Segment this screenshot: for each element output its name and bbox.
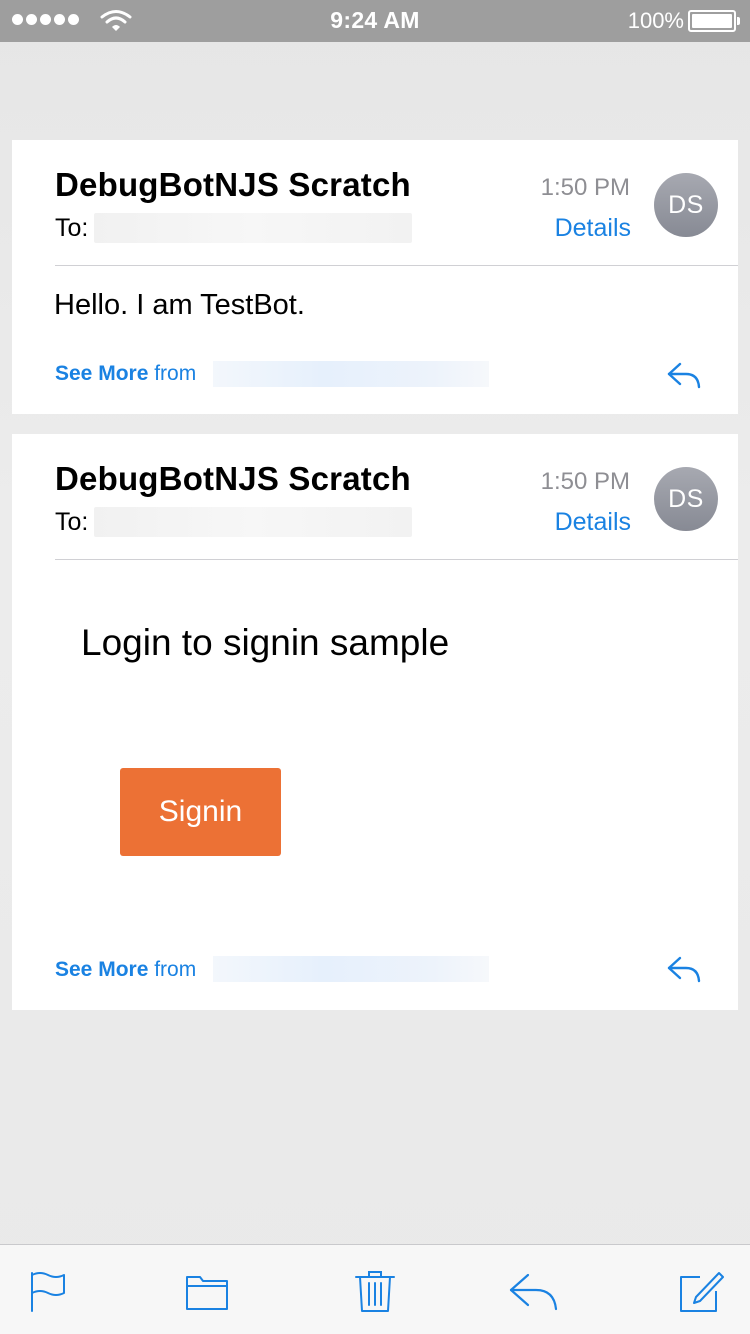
reply-icon[interactable]: [666, 361, 702, 389]
trash-icon[interactable]: [352, 1269, 398, 1313]
message-card: DebugBotNJS Scratch To: 1:50 PM Details …: [12, 434, 738, 1010]
redacted-sender-address: [213, 361, 489, 387]
sender-name: DebugBotNJS Scratch: [55, 460, 411, 497]
redacted-recipient: [94, 507, 412, 537]
see-more-link[interactable]: See More from: [55, 362, 196, 386]
details-link[interactable]: Details: [555, 508, 631, 537]
message-time: 1:50 PM: [540, 468, 630, 495]
see-more-link[interactable]: See More from: [55, 958, 196, 982]
card-text: Login to signin sample: [81, 622, 450, 663]
bottom-toolbar: [0, 1244, 750, 1334]
folder-icon[interactable]: [184, 1269, 230, 1313]
reply-icon[interactable]: [666, 955, 702, 983]
to-label: To:: [55, 508, 89, 536]
reply-icon[interactable]: [508, 1269, 560, 1313]
avatar[interactable]: DS: [654, 467, 718, 531]
divider: [55, 265, 738, 266]
from-label: from: [154, 362, 197, 385]
battery-percent: 100%: [627, 8, 684, 33]
redacted-recipient: [94, 213, 412, 243]
sender-name: DebugBotNJS Scratch: [55, 166, 411, 203]
message-card: DebugBotNJS Scratch To: 1:50 PM Details …: [12, 140, 738, 414]
compose-icon[interactable]: [678, 1269, 724, 1313]
signin-button[interactable]: Signin: [120, 768, 281, 856]
see-more-label: See More: [55, 958, 149, 981]
details-link[interactable]: Details: [555, 214, 631, 243]
avatar[interactable]: DS: [654, 173, 718, 237]
from-label: from: [154, 958, 197, 981]
redacted-sender-address: [213, 956, 489, 982]
battery-icon: [688, 10, 740, 32]
to-label: To:: [55, 214, 89, 242]
flag-icon[interactable]: [26, 1269, 72, 1313]
see-more-label: See More: [55, 362, 149, 385]
message-time: 1:50 PM: [540, 174, 630, 201]
message-body: Hello. I am TestBot.: [54, 289, 305, 321]
status-bar: 9:24 AM 100%: [0, 0, 750, 42]
divider: [55, 559, 738, 560]
